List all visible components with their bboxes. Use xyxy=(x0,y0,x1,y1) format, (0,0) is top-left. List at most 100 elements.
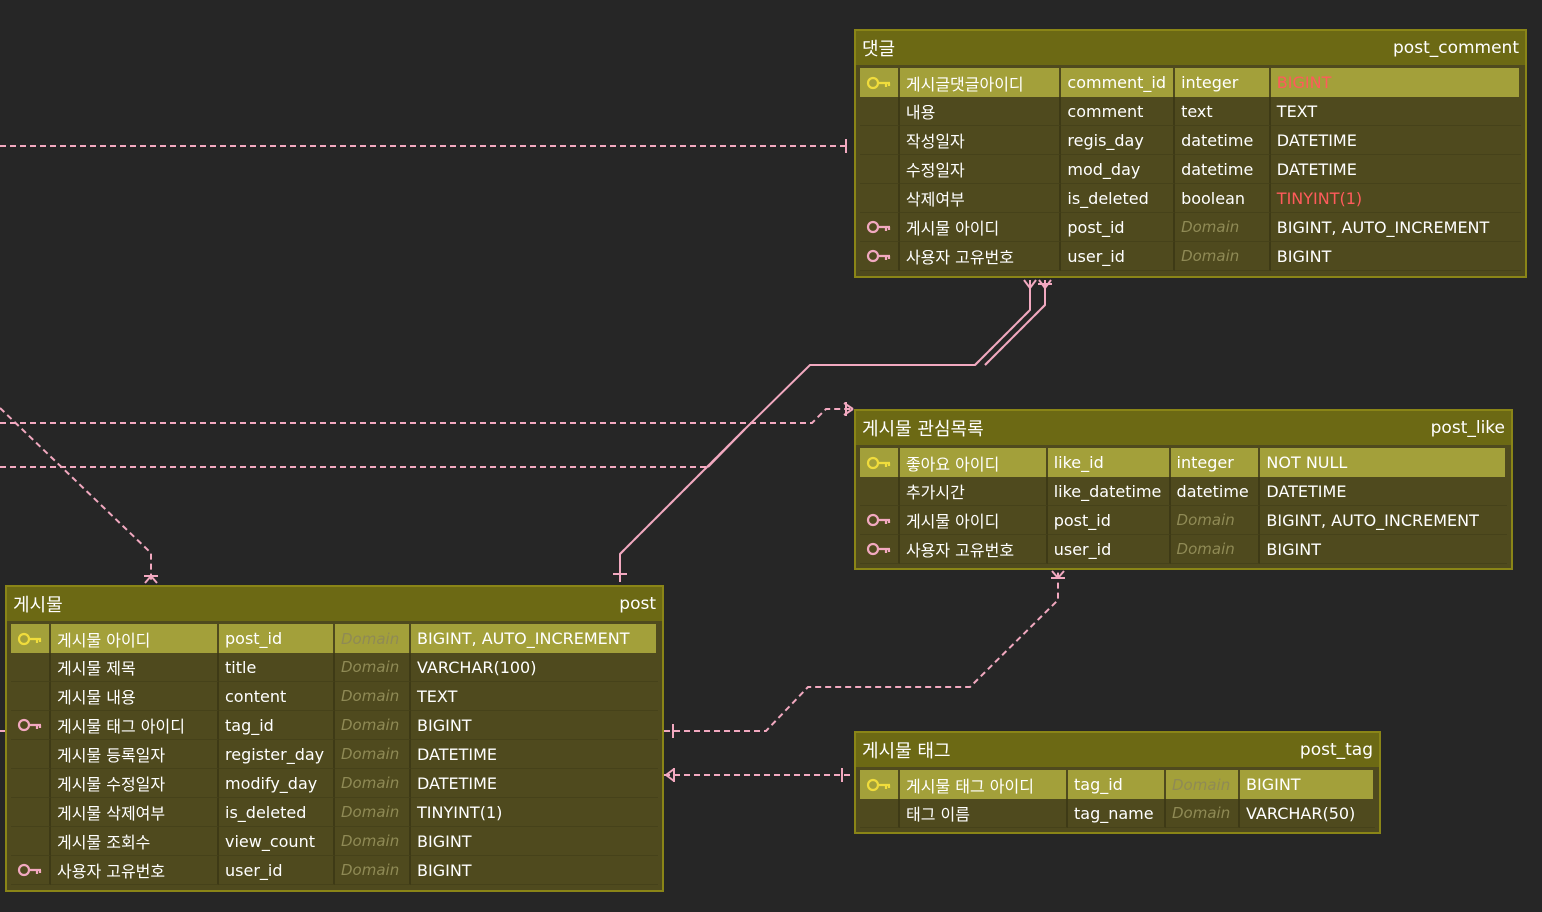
column-row[interactable]: 게시물 태그 아이디 tag_id Domain BIGINT xyxy=(860,770,1375,799)
column-domain: datetime xyxy=(1175,126,1271,155)
column-domain: Domain xyxy=(335,624,411,653)
column-domain: Domain xyxy=(1170,506,1261,535)
column-logical-name: 게시물 아이디 xyxy=(51,624,219,653)
column-row[interactable]: 게시물 아이디 post_id Domain BIGINT, AUTO_INCREME… xyxy=(11,624,658,653)
column-physical-name: like_id xyxy=(1047,448,1171,477)
column-data-type: VARCHAR(100) xyxy=(411,653,658,682)
column-row[interactable]: 사용자 고유번호 user_id Domain BIGINT xyxy=(11,856,658,885)
column-row[interactable]: 삭제여부 is_deleted boolean TINYINT(1) xyxy=(860,184,1522,213)
column-logical-name: 게시물 제목 xyxy=(51,653,219,682)
key-cell xyxy=(860,126,900,155)
primary-key-icon xyxy=(860,770,900,799)
column-physical-name: tag_name xyxy=(1068,799,1166,828)
column-row[interactable]: 게시물 태그 아이디 tag_id Domain BIGINT xyxy=(11,711,658,740)
key-cell xyxy=(11,827,51,856)
column-domain: integer xyxy=(1175,68,1271,97)
column-physical-name: title xyxy=(219,653,335,682)
column-row[interactable]: 사용자 고유번호 user_id Domain BIGINT xyxy=(860,535,1508,564)
column-data-type: DATETIME xyxy=(411,740,658,769)
column-domain: text xyxy=(1175,97,1271,126)
column-row[interactable]: 게시물 삭제여부 is_deleted Domain TINYINT(1) xyxy=(11,798,658,827)
column-data-type: VARCHAR(50) xyxy=(1240,799,1375,828)
entity-physical-name: post_like xyxy=(1430,418,1505,438)
column-logical-name: 게시글댓글아이디 xyxy=(899,68,1062,97)
column-data-type: BIGINT xyxy=(411,827,658,856)
column-physical-name: tag_id xyxy=(219,711,335,740)
entity-header: 게시물 post xyxy=(7,587,662,621)
column-logical-name: 게시물 태그 아이디 xyxy=(51,711,219,740)
relationship-line-comment-left[interactable] xyxy=(0,139,847,153)
relationship-line-user-to-post[interactable] xyxy=(0,407,158,584)
key-cell xyxy=(11,769,51,798)
entity-logical-name: 게시물 태그 xyxy=(862,741,951,762)
column-domain: Domain xyxy=(1170,535,1261,564)
column-logical-name: 게시물 태그 아이디 xyxy=(900,770,1068,799)
entity-post[interactable]: 게시물 post 게시물 아이디 post_id Domain BIGINT, AUT… xyxy=(5,585,664,892)
entity-header: 댓글 post_comment xyxy=(856,31,1525,65)
column-row[interactable]: 좋아요 아이디 like_id integer NOT NULL xyxy=(860,448,1507,477)
column-physical-name: post_id xyxy=(1061,213,1176,242)
column-logical-name: 게시물 아이디 xyxy=(899,213,1062,242)
column-rows: 좋아요 아이디 like_id integer NOT NULL 추가시간 like_da… xyxy=(856,445,1511,568)
entity-physical-name: post xyxy=(619,594,656,614)
column-row[interactable]: 게시물 아이디 post_id Domain BIGINT, AUTO_INCREME… xyxy=(860,506,1508,535)
column-physical-name: content xyxy=(219,682,335,711)
column-logical-name: 게시물 등록일자 xyxy=(51,740,219,769)
column-row[interactable]: 태그 이름 tag_name Domain VARCHAR(50) xyxy=(860,799,1375,828)
column-data-type: TINYINT(1) xyxy=(1270,184,1522,213)
column-row[interactable]: 게시물 아이디 post_id Domain BIGINT, AUTO_INCREME… xyxy=(860,213,1522,242)
column-logical-name: 작성일자 xyxy=(899,126,1062,155)
column-logical-name: 게시물 수정일자 xyxy=(51,769,219,798)
relationship-line-tag-to-post[interactable] xyxy=(664,768,850,782)
column-physical-name: mod_day xyxy=(1061,155,1176,184)
key-cell xyxy=(860,155,900,184)
column-row[interactable]: 게시물 조회수 view_count Domain BIGINT xyxy=(11,827,658,856)
key-cell xyxy=(11,798,51,827)
entity-logical-name: 게시물 xyxy=(13,595,63,616)
column-domain: Domain xyxy=(335,711,411,740)
foreign-key-icon xyxy=(11,711,51,740)
relationship-line-post-to-like[interactable] xyxy=(664,570,1065,738)
column-data-type: NOT NULL xyxy=(1260,448,1507,477)
column-physical-name: register_day xyxy=(219,740,335,769)
foreign-key-icon xyxy=(11,856,51,885)
column-logical-name: 게시물 내용 xyxy=(51,682,219,711)
entity-post-like[interactable]: 게시물 관심목록 post_like 좋아요 아이디 like_id integer… xyxy=(854,409,1513,570)
column-physical-name: comment xyxy=(1061,97,1176,126)
column-data-type: BIGINT, AUTO_INCREMENT xyxy=(1270,213,1522,242)
column-data-type: DATETIME xyxy=(1260,477,1508,506)
column-row[interactable]: 수정일자 mod_day datetime DATETIME xyxy=(860,155,1522,184)
column-data-type: TEXT xyxy=(1270,97,1522,126)
column-row[interactable]: 게시물 제목 title Domain VARCHAR(100) xyxy=(11,653,658,682)
column-physical-name: is_deleted xyxy=(219,798,335,827)
column-logical-name: 수정일자 xyxy=(899,155,1062,184)
key-cell xyxy=(860,97,900,126)
entity-header: 게시물 태그 post_tag xyxy=(856,733,1379,767)
column-logical-name: 게시물 삭제여부 xyxy=(51,798,219,827)
column-row[interactable]: 추가시간 like_datetime datetime DATETIME xyxy=(860,477,1508,506)
column-domain: Domain xyxy=(335,769,411,798)
column-row[interactable]: 게시물 등록일자 register_day Domain DATETIME xyxy=(11,740,658,769)
column-physical-name: user_id xyxy=(219,856,335,885)
column-physical-name: post_id xyxy=(219,624,335,653)
column-rows: 게시물 아이디 post_id Domain BIGINT, AUTO_INCREME… xyxy=(7,621,662,889)
column-domain: boolean xyxy=(1175,184,1271,213)
column-row[interactable]: 사용자 고유번호 user_id Domain BIGINT xyxy=(860,242,1522,271)
column-domain: Domain xyxy=(335,740,411,769)
column-data-type: DATETIME xyxy=(1270,126,1522,155)
column-physical-name: is_deleted xyxy=(1061,184,1176,213)
column-row[interactable]: 작성일자 regis_day datetime DATETIME xyxy=(860,126,1522,155)
relationship-line-user-to-like[interactable] xyxy=(0,402,854,424)
column-row[interactable]: 게시글댓글아이디 comment_id integer BIGINT xyxy=(860,68,1522,97)
column-data-type: TINYINT(1) xyxy=(411,798,658,827)
key-cell xyxy=(11,682,51,711)
column-row[interactable]: 게시물 내용 content Domain TEXT xyxy=(11,682,658,711)
column-data-type: BIGINT xyxy=(1270,242,1522,271)
column-row[interactable]: 게시물 수정일자 modify_day Domain DATETIME xyxy=(11,769,658,798)
column-domain: integer xyxy=(1170,448,1261,477)
column-physical-name: user_id xyxy=(1061,242,1176,271)
key-cell xyxy=(860,184,900,213)
column-row[interactable]: 내용 comment text TEXT xyxy=(860,97,1522,126)
entity-post-comment[interactable]: 댓글 post_comment 게시글댓글아이디 comment_id intege… xyxy=(854,29,1527,278)
entity-post-tag[interactable]: 게시물 태그 post_tag 게시물 태그 아이디 tag_id Domain BI… xyxy=(854,731,1381,834)
